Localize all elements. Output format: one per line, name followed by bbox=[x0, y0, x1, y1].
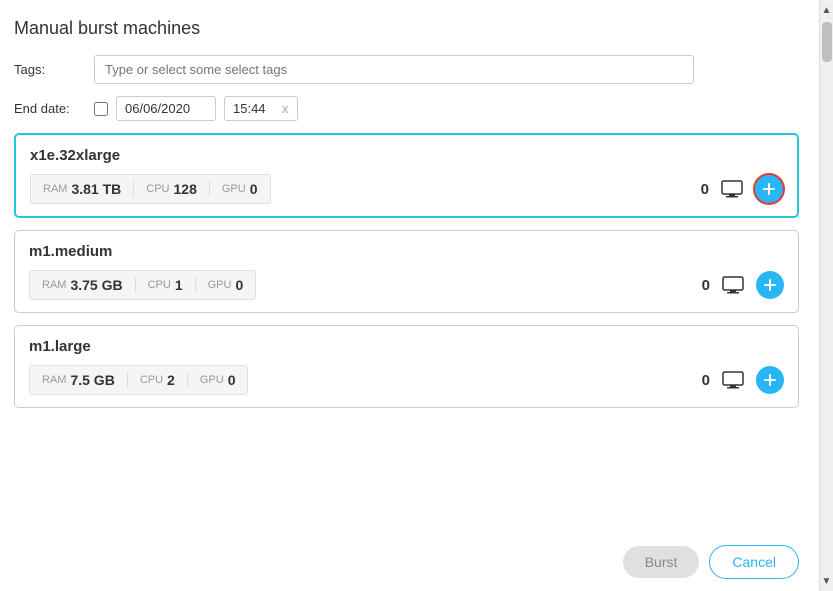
machine-card-m1.medium: m1.medium RAM 3.75 GB CPU 1 GPU 0 0 bbox=[14, 230, 799, 313]
machine-count: 0 bbox=[702, 277, 710, 294]
gpu-value: 0 bbox=[235, 277, 243, 293]
machine-list: x1e.32xlarge RAM 3.81 TB CPU 128 GPU 0 0 bbox=[14, 133, 799, 408]
ram-label: RAM bbox=[42, 279, 66, 291]
gpu-value: 0 bbox=[228, 372, 236, 388]
monitor-icon bbox=[718, 365, 748, 395]
add-machine-button[interactable] bbox=[755, 175, 783, 203]
ram-value: 7.5 GB bbox=[70, 372, 114, 388]
page-title: Manual burst machines bbox=[14, 18, 799, 39]
spec-sep-1 bbox=[135, 277, 136, 293]
gpu-label: GPU bbox=[222, 183, 246, 195]
date-input[interactable] bbox=[116, 96, 216, 121]
cpu-label: CPU bbox=[140, 374, 163, 386]
machine-specs-row: RAM 3.75 GB CPU 1 GPU 0 0 bbox=[29, 270, 784, 300]
burst-button[interactable]: Burst bbox=[623, 546, 700, 578]
cpu-label: CPU bbox=[148, 279, 171, 291]
time-input[interactable] bbox=[233, 101, 278, 116]
scrollbar: ▲ ▼ bbox=[819, 0, 833, 591]
tags-row: Tags: bbox=[14, 55, 799, 84]
monitor-icon bbox=[717, 174, 747, 204]
cancel-button[interactable]: Cancel bbox=[709, 545, 799, 579]
machine-name: x1e.32xlarge bbox=[30, 147, 783, 164]
end-date-row: End date: x bbox=[14, 96, 799, 121]
machine-count: 0 bbox=[701, 181, 709, 198]
machine-specs-row: RAM 7.5 GB CPU 2 GPU 0 0 bbox=[29, 365, 784, 395]
machine-card-m1.large: m1.large RAM 7.5 GB CPU 2 GPU 0 0 bbox=[14, 325, 799, 408]
machine-controls: 0 bbox=[701, 174, 783, 204]
cpu-value: 2 bbox=[167, 372, 175, 388]
ram-label: RAM bbox=[42, 374, 66, 386]
cpu-value: 128 bbox=[174, 181, 197, 197]
ram-label: RAM bbox=[43, 183, 67, 195]
machine-specs: RAM 3.81 TB CPU 128 GPU 0 bbox=[30, 174, 271, 204]
scrollbar-thumb[interactable] bbox=[822, 22, 832, 62]
time-clear[interactable]: x bbox=[282, 101, 289, 116]
footer: Burst Cancel bbox=[623, 533, 799, 591]
spec-sep-2 bbox=[187, 372, 188, 388]
date-controls: x bbox=[94, 96, 298, 121]
machine-specs: RAM 7.5 GB CPU 2 GPU 0 bbox=[29, 365, 248, 395]
end-date-label: End date: bbox=[14, 101, 94, 116]
end-date-checkbox[interactable] bbox=[94, 102, 108, 116]
machine-name: m1.medium bbox=[29, 243, 784, 260]
spec-sep-1 bbox=[127, 372, 128, 388]
gpu-label: GPU bbox=[200, 374, 224, 386]
spec-sep-2 bbox=[209, 181, 210, 197]
monitor-icon bbox=[718, 270, 748, 300]
gpu-value: 0 bbox=[250, 181, 258, 197]
add-machine-button[interactable] bbox=[756, 366, 784, 394]
cpu-label: CPU bbox=[146, 183, 169, 195]
cpu-value: 1 bbox=[175, 277, 183, 293]
machine-card-x1e.32xlarge: x1e.32xlarge RAM 3.81 TB CPU 128 GPU 0 0 bbox=[14, 133, 799, 218]
scrollbar-track bbox=[820, 20, 833, 571]
machine-specs: RAM 3.75 GB CPU 1 GPU 0 bbox=[29, 270, 256, 300]
main-content: Manual burst machines Tags: End date: x … bbox=[0, 0, 819, 591]
spec-sep-2 bbox=[195, 277, 196, 293]
machine-count: 0 bbox=[702, 372, 710, 389]
add-machine-button[interactable] bbox=[756, 271, 784, 299]
spec-sep-1 bbox=[133, 181, 134, 197]
gpu-label: GPU bbox=[208, 279, 232, 291]
ram-value: 3.75 GB bbox=[70, 277, 122, 293]
machine-name: m1.large bbox=[29, 338, 784, 355]
machine-controls: 0 bbox=[702, 270, 784, 300]
machine-controls: 0 bbox=[702, 365, 784, 395]
machine-specs-row: RAM 3.81 TB CPU 128 GPU 0 0 bbox=[30, 174, 783, 204]
ram-value: 3.81 TB bbox=[71, 181, 121, 197]
scrollbar-up-arrow[interactable]: ▲ bbox=[820, 0, 833, 20]
time-input-wrapper: x bbox=[224, 96, 298, 121]
tags-input[interactable] bbox=[94, 55, 694, 84]
scrollbar-down-arrow[interactable]: ▼ bbox=[820, 571, 833, 591]
tags-label: Tags: bbox=[14, 62, 94, 77]
